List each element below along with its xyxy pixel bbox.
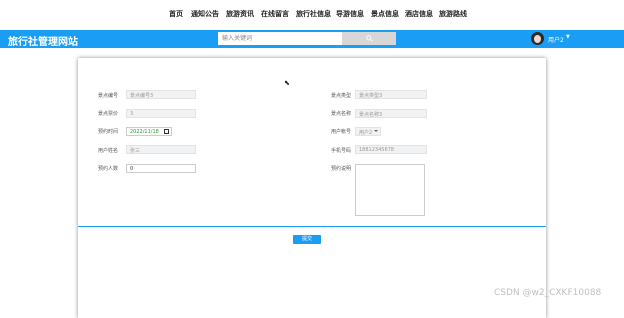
- nav-item-guide[interactable]: 导游信息: [336, 9, 364, 19]
- nav-item-news[interactable]: 旅游资讯: [226, 9, 254, 19]
- label-headcount: 预约人数: [98, 166, 119, 172]
- user-account-value: 用户2: [359, 130, 373, 136]
- calendar-icon[interactable]: [164, 129, 169, 134]
- nav-item-hotel[interactable]: 酒店信息: [405, 9, 433, 19]
- avatar[interactable]: [531, 32, 544, 45]
- label-spot-name: 景点名称: [331, 111, 352, 117]
- user-account-select[interactable]: 用户2: [355, 127, 381, 136]
- user-name[interactable]: 用户2: [548, 35, 564, 44]
- submit-button[interactable]: 提交: [293, 235, 321, 244]
- cursor-icon: ⬉: [284, 79, 290, 87]
- booking-form: 景点编号 景点编号3 景点票价 3 预约时间 2022/11/18 用户姓名 张…: [78, 58, 546, 318]
- nav-item-spot[interactable]: 景点信息: [371, 9, 399, 19]
- label-book-time: 预约时间: [98, 129, 119, 135]
- label-spot-code: 景点编号: [98, 93, 119, 99]
- remark-textarea[interactable]: [355, 164, 425, 216]
- label-remark: 预约说明: [331, 166, 352, 172]
- watermark: CSDN @w2_CXKF10088: [494, 288, 602, 298]
- nav-item-agency[interactable]: 旅行社信息: [296, 9, 331, 19]
- spot-type-field: 景点类型3: [355, 90, 427, 99]
- top-nav: 首页 通知公告 旅游资讯 在线留言 旅行社信息 导游信息 景点信息 酒店信息 旅…: [0, 0, 624, 30]
- headcount-input[interactable]: 0: [126, 164, 196, 173]
- nav-item-home[interactable]: 首页: [169, 9, 183, 19]
- search-icon: [365, 35, 373, 42]
- spot-name-field: 景点名称3: [355, 109, 427, 118]
- label-user-name: 用户姓名: [98, 148, 119, 154]
- phone-field: 18812345678: [355, 145, 427, 154]
- label-spot-price: 景点票价: [98, 111, 119, 117]
- search-button[interactable]: [342, 32, 396, 45]
- nav-item-notice[interactable]: 通知公告: [191, 9, 219, 19]
- label-user-account: 用户帐号: [331, 129, 352, 135]
- user-name-field: 张三: [126, 145, 196, 154]
- book-time-value: 2022/11/18: [130, 129, 159, 135]
- book-time-field[interactable]: 2022/11/18: [126, 127, 172, 136]
- chevron-down-icon[interactable]: ▼: [566, 34, 570, 40]
- site-title: 旅行社管理网站: [8, 37, 78, 48]
- nav-item-message[interactable]: 在线留言: [261, 9, 289, 19]
- header-bar: 旅行社管理网站 用户2 ▼: [0, 30, 624, 48]
- divider: [78, 226, 546, 227]
- chevron-down-icon: [374, 130, 378, 132]
- label-spot-type: 景点类型: [331, 93, 352, 99]
- spot-price-field: 3: [126, 109, 196, 118]
- spot-code-field: 景点编号3: [126, 90, 196, 99]
- search-input[interactable]: [218, 32, 342, 45]
- nav-item-route[interactable]: 旅游路线: [439, 9, 467, 19]
- label-phone: 手机号码: [331, 148, 352, 154]
